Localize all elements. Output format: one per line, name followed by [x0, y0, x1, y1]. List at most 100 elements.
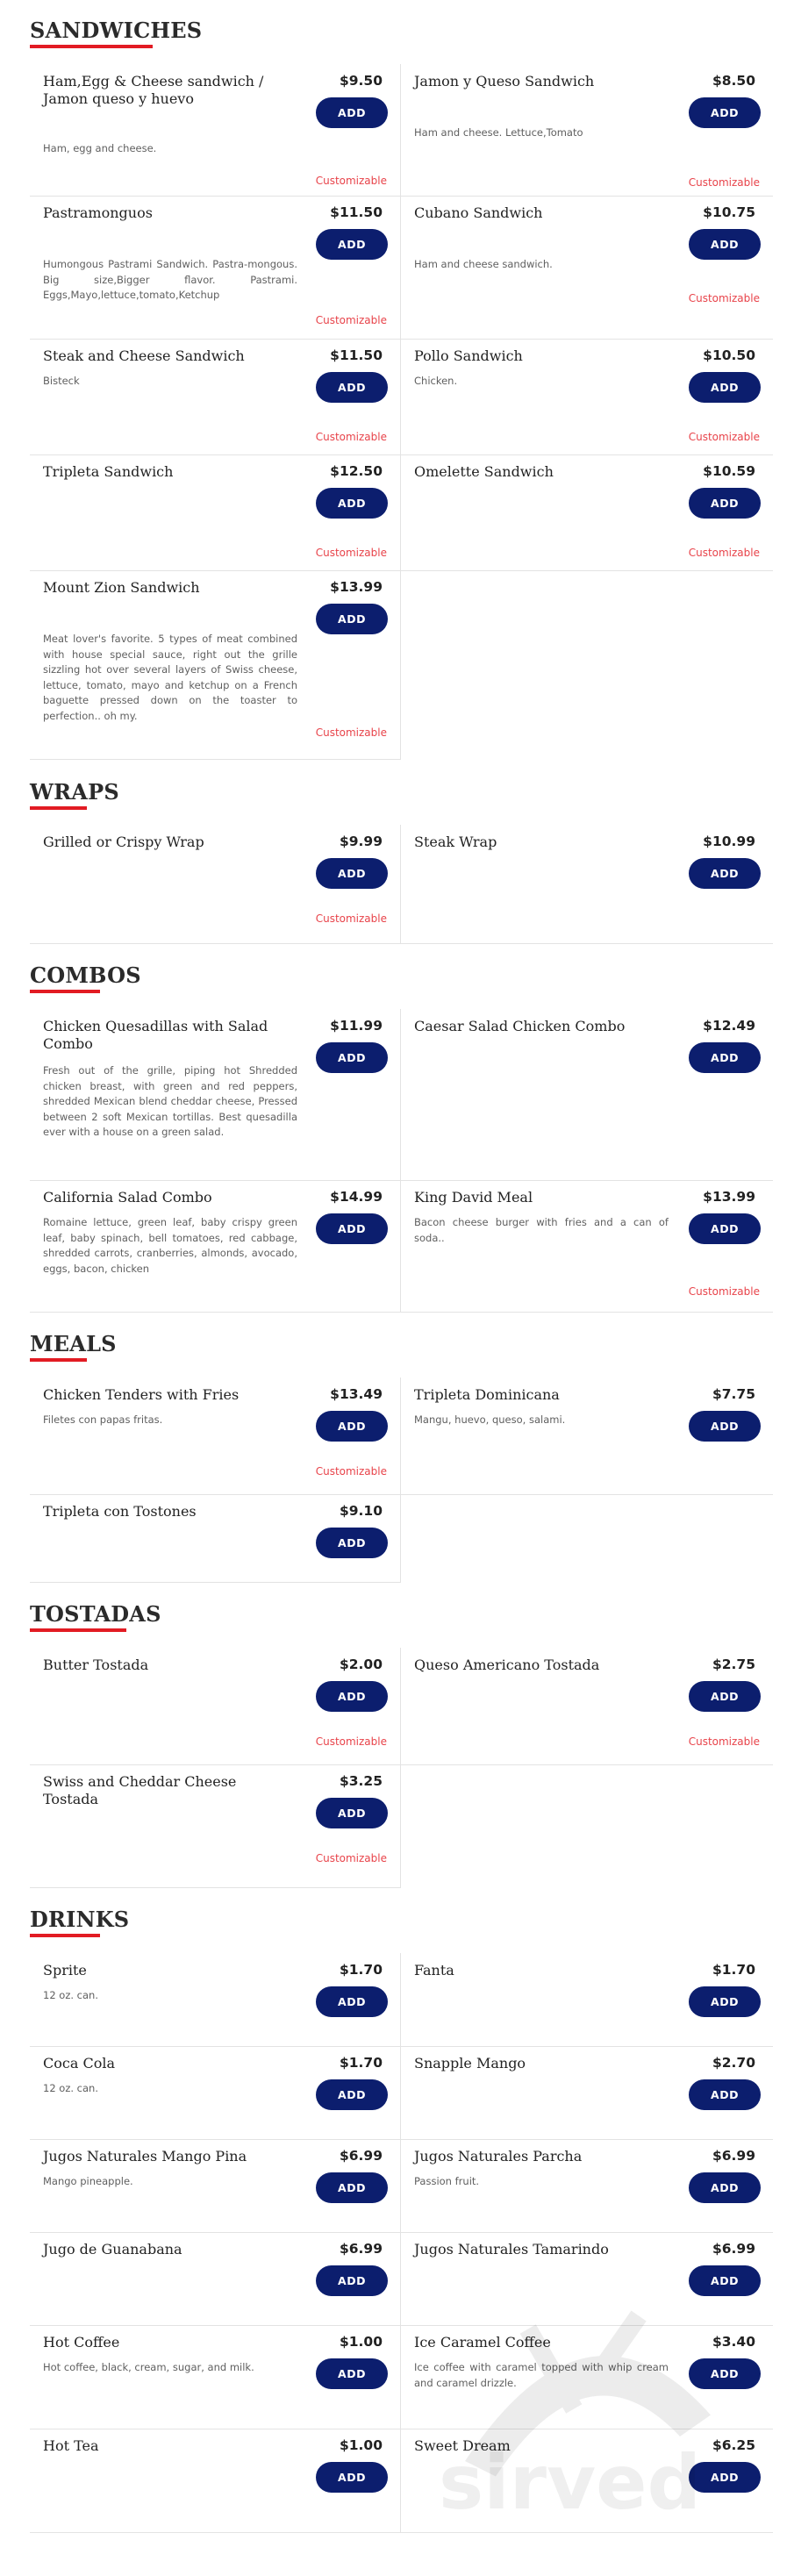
item-description: Ham and cheese. Lettuce,Tomato [414, 126, 583, 139]
add-button[interactable]: ADD [689, 1681, 761, 1712]
menu-item-card: Tripleta Dominicana $7.75 ADD Mangu, huevo,… [401, 1377, 773, 1495]
item-description: Bisteck [43, 375, 80, 387]
item-price: $1.00 [339, 2437, 383, 2453]
add-button[interactable]: ADD [316, 2172, 388, 2203]
section-title-combos: COMBOS [30, 962, 141, 988]
add-button[interactable]: ADD [316, 97, 388, 128]
add-button[interactable]: ADD [316, 1798, 388, 1828]
section-underline [30, 1934, 100, 1937]
item-description: Meat lover's favorite. 5 types of meat c… [43, 633, 297, 722]
item-price: $13.49 [330, 1386, 383, 1402]
item-name: Jugos Naturales Parcha [414, 2148, 583, 2165]
add-button[interactable]: ADD [316, 229, 388, 260]
item-name: Hot Tea [43, 2437, 99, 2454]
item-price: $11.99 [330, 1018, 383, 1034]
item-name: California Salad Combo [43, 1189, 212, 1206]
item-price: $11.50 [330, 204, 383, 220]
add-button[interactable]: ADD [316, 1213, 388, 1244]
item-price: $10.75 [703, 204, 755, 220]
item-description: Hot coffee, black, cream, sugar, and mil… [43, 2361, 254, 2373]
item-price: $9.99 [339, 834, 383, 849]
item-name: Tripleta con Tostones [43, 1503, 197, 1520]
add-button[interactable]: ADD [316, 1411, 388, 1442]
item-name: Ham,Egg & Cheese sandwich / Jamon queso … [43, 73, 264, 107]
section-underline [30, 806, 87, 810]
menu-item-card: Swiss and Cheddar Cheese Tostada $3.25 ADD… [30, 1764, 401, 1888]
item-name: Jugo de Guanabana [43, 2241, 182, 2258]
item-description: 12 oz. can. [43, 1989, 98, 2001]
menu-item-card: Mount Zion Sandwich $13.99 ADD Meat lover's… [30, 570, 401, 760]
item-price: $1.70 [712, 1962, 755, 1978]
item-name: Chicken Tenders with Fries [43, 1386, 240, 1403]
add-button[interactable]: ADD [689, 1411, 761, 1442]
customizable-label: Customizable [315, 431, 387, 443]
add-button[interactable]: ADD [316, 2462, 388, 2493]
customizable-label: Customizable [315, 912, 387, 925]
item-description: Chicken. [414, 375, 458, 387]
item-price: $1.70 [339, 1962, 383, 1978]
item-description: Romaine lettuce, green leaf, baby crispy… [43, 1216, 297, 1275]
add-button[interactable]: ADD [316, 488, 388, 519]
item-name: Omelette Sandwich [414, 463, 554, 480]
item-name: Caesar Salad Chicken Combo [414, 1018, 626, 1034]
item-name: Snapple Mango [414, 2055, 526, 2072]
add-button[interactable]: ADD [316, 1986, 388, 2017]
add-button[interactable]: ADD [689, 1042, 761, 1073]
item-price: $12.50 [330, 463, 383, 479]
section-underline [30, 45, 153, 48]
add-button[interactable]: ADD [316, 2265, 388, 2296]
item-price: $8.50 [712, 73, 755, 89]
item-price: $2.00 [339, 1657, 383, 1672]
item-name: King David Meal [414, 1189, 533, 1206]
add-button[interactable]: ADD [316, 1042, 388, 1073]
section-underline [30, 1628, 126, 1632]
item-price: $6.99 [339, 2241, 383, 2257]
customizable-label: Customizable [315, 175, 387, 187]
section-title-tostadas: TOSTADAS [30, 1601, 161, 1627]
add-button[interactable]: ADD [316, 1681, 388, 1712]
menu-item-card: Tripleta Sandwich $12.50 ADD Customizable [30, 454, 401, 571]
item-name: Pastramonguos [43, 204, 153, 221]
add-button[interactable]: ADD [689, 1213, 761, 1244]
item-name: Jugos Naturales Mango Pina [43, 2148, 247, 2165]
watermark-text: sirved [439, 2439, 702, 2527]
add-button[interactable]: ADD [316, 1528, 388, 1558]
customizable-label: Customizable [688, 1735, 760, 1748]
menu-item-card: Snapple Mango $2.70 ADD [401, 2046, 773, 2140]
customizable-label: Customizable [315, 1465, 387, 1478]
add-button[interactable]: ADD [316, 372, 388, 403]
add-button[interactable]: ADD [689, 2172, 761, 2203]
add-button[interactable]: ADD [316, 2358, 388, 2389]
add-button[interactable]: ADD [689, 97, 761, 128]
add-button[interactable]: ADD [689, 858, 761, 889]
customizable-label: Customizable [688, 1285, 760, 1298]
add-button[interactable]: ADD [689, 1986, 761, 2017]
add-button[interactable]: ADD [316, 2079, 388, 2110]
item-description: Mangu, huevo, queso, salami. [414, 1413, 566, 1426]
add-button[interactable]: ADD [689, 488, 761, 519]
menu-item-card: Pollo Sandwich $10.50 ADD Chicken. Customiza… [401, 339, 773, 455]
item-price: $9.10 [339, 1503, 383, 1519]
item-price: $9.50 [339, 73, 383, 89]
customizable-label: Customizable [688, 292, 760, 304]
menu-item-card: Jugo de Guanabana $6.99 ADD [30, 2232, 401, 2326]
item-name: Steak and Cheese Sandwich [43, 347, 245, 364]
item-description: Mango pineapple. [43, 2175, 133, 2187]
add-button[interactable]: ADD [316, 604, 388, 634]
add-button[interactable]: ADD [689, 2079, 761, 2110]
item-description: Ham, egg and cheese. [43, 142, 157, 154]
menu-item-card: Hot Coffee $1.00 ADD Hot coffee, black, cre… [30, 2325, 401, 2429]
item-name: Tripleta Dominicana [414, 1386, 560, 1403]
add-button[interactable]: ADD [689, 229, 761, 260]
item-price: $13.99 [703, 1189, 755, 1205]
customizable-label: Customizable [315, 547, 387, 559]
item-name: Chicken Quesadillas with Salad Combo [43, 1018, 268, 1052]
section-title-drinks: DRINKS [30, 1907, 130, 1932]
item-name: Steak Wrap [414, 834, 497, 850]
menu-item-card: Jugos Naturales Mango Pina $6.99 ADD Mango … [30, 2139, 401, 2233]
item-price: $13.99 [330, 579, 383, 595]
add-button[interactable]: ADD [689, 372, 761, 403]
add-button[interactable]: ADD [316, 858, 388, 889]
item-price: $10.99 [703, 834, 755, 849]
item-name: Swiss and Cheddar Cheese Tostada [43, 1773, 237, 1807]
